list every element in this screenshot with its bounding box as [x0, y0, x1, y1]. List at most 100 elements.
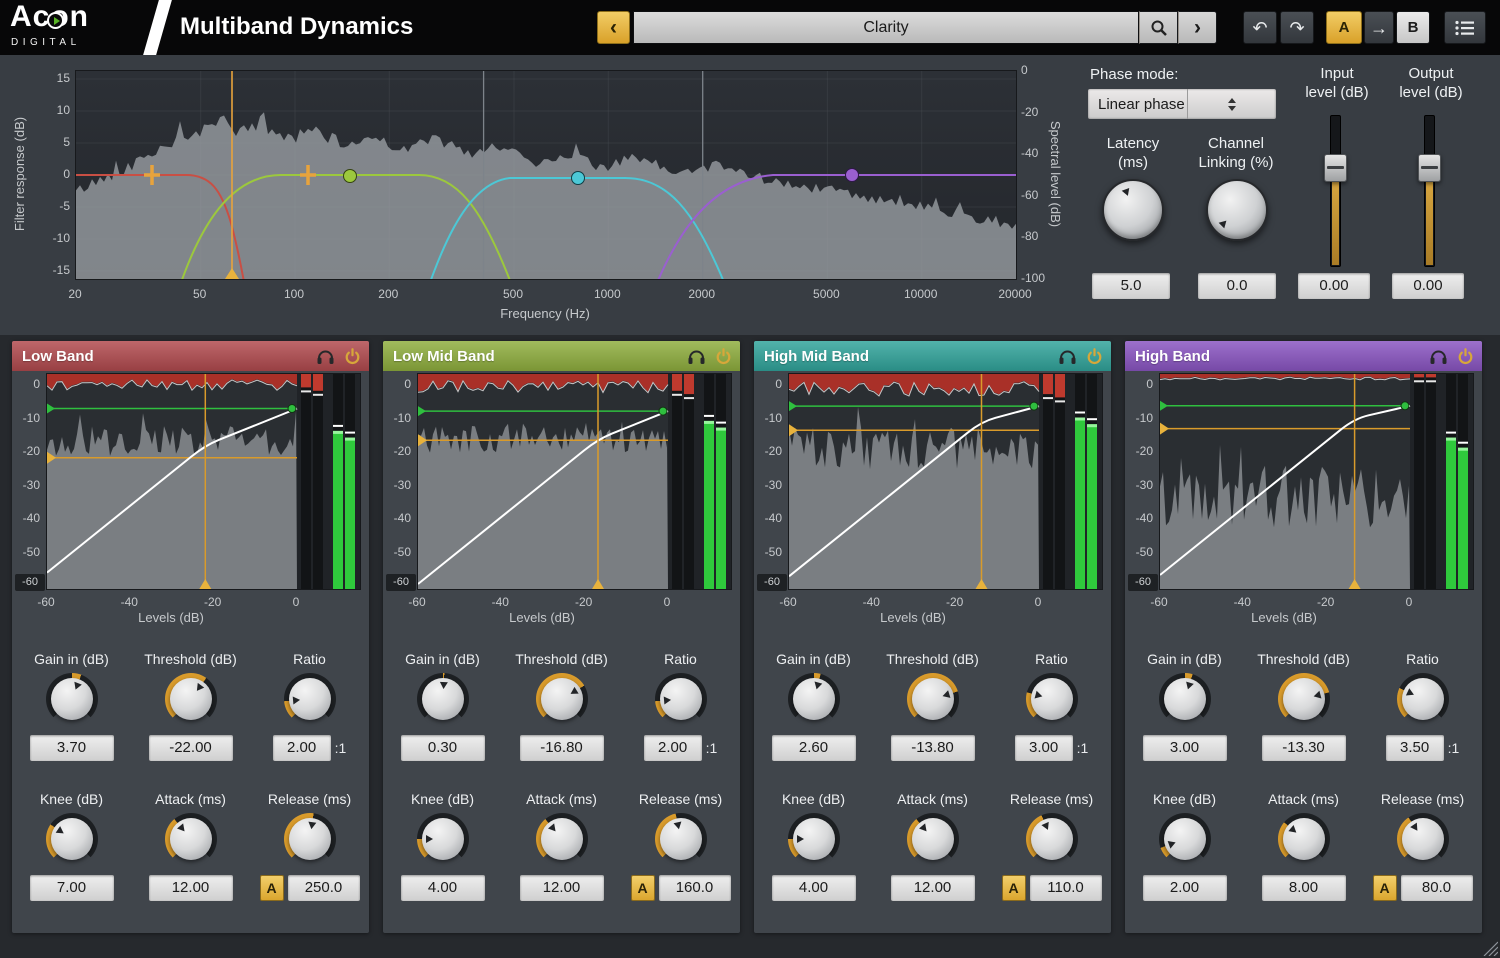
- knee-db-knob[interactable]: [46, 813, 98, 865]
- preset-search-button[interactable]: [1139, 11, 1178, 44]
- channel-linking-value[interactable]: 0.0: [1198, 273, 1276, 299]
- release-ms-knob[interactable]: [1397, 813, 1449, 865]
- auto-release-button[interactable]: A: [260, 875, 284, 901]
- threshold-db-knob[interactable]: [536, 673, 588, 725]
- band-power-button[interactable]: [1086, 348, 1103, 365]
- gain-in-db-knob[interactable]: [46, 673, 98, 725]
- band-transfer-graph[interactable]: 0-10-20-30-40-50 -60 -60-40-200 Levels (…: [1125, 371, 1482, 627]
- band-power-button[interactable]: [715, 348, 732, 365]
- resize-grip[interactable]: [1480, 938, 1498, 956]
- latency-knob[interactable]: [1102, 179, 1164, 241]
- band-graph-canvas[interactable]: [46, 373, 361, 590]
- band-listen-button[interactable]: [316, 348, 335, 365]
- phase-mode-select[interactable]: Linear phase: [1088, 89, 1276, 119]
- ratio-knob[interactable]: [1026, 673, 1078, 725]
- ceiling-handle[interactable]: [1401, 402, 1409, 410]
- output-level-fader[interactable]: [1424, 115, 1435, 267]
- frequency-plot-canvas[interactable]: [76, 71, 1016, 279]
- release-ms-value[interactable]: 80.0: [1401, 875, 1473, 901]
- knee-db-knob[interactable]: [417, 813, 469, 865]
- preset-previous-button[interactable]: ‹: [597, 11, 630, 44]
- band-xtick: -20: [575, 595, 592, 609]
- threshold-db-knob[interactable]: [907, 673, 959, 725]
- knee-db-value[interactable]: 2.00: [1143, 875, 1227, 901]
- gain-in-db-knob[interactable]: [1159, 673, 1211, 725]
- knee-db-value[interactable]: 4.00: [772, 875, 856, 901]
- band-transfer-graph[interactable]: 0-10-20-30-40-50 -60 -60-40-200 Levels (…: [383, 371, 740, 627]
- gain-in-db-value[interactable]: 3.00: [1143, 735, 1227, 761]
- input-fader-handle[interactable]: [1324, 154, 1347, 182]
- knee-db-value[interactable]: 4.00: [401, 875, 485, 901]
- ratio-knob[interactable]: [284, 673, 336, 725]
- band-graph-canvas[interactable]: [417, 373, 732, 590]
- high-mid-band-handle[interactable]: [572, 172, 585, 185]
- knee-db-knob[interactable]: [1159, 813, 1211, 865]
- threshold-db-value[interactable]: -22.00: [149, 735, 233, 761]
- gain-in-db-knob[interactable]: [788, 673, 840, 725]
- release-ms-value[interactable]: 250.0: [288, 875, 360, 901]
- ratio-value[interactable]: 2.00: [273, 735, 331, 761]
- attack-ms-value[interactable]: 12.00: [149, 875, 233, 901]
- output-level-value[interactable]: 0.00: [1392, 273, 1464, 299]
- release-ms-knob[interactable]: [284, 813, 336, 865]
- high-band-handle[interactable]: [846, 169, 859, 182]
- gain-in-db-value[interactable]: 2.60: [772, 735, 856, 761]
- attack-ms-knob[interactable]: [536, 813, 588, 865]
- input-level-fader[interactable]: [1330, 115, 1341, 267]
- auto-release-button[interactable]: A: [631, 875, 655, 901]
- release-ms-value[interactable]: 110.0: [1030, 875, 1102, 901]
- release-ms-knob[interactable]: [1026, 813, 1078, 865]
- threshold-db-knob[interactable]: [1278, 673, 1330, 725]
- ratio-value[interactable]: 3.00: [1015, 735, 1073, 761]
- band-listen-button[interactable]: [1058, 348, 1077, 365]
- ceiling-handle[interactable]: [288, 405, 296, 413]
- low-mid-band-handle[interactable]: [344, 170, 357, 183]
- output-fader-handle[interactable]: [1418, 154, 1441, 182]
- ab-a-button[interactable]: A: [1326, 11, 1362, 44]
- band-transfer-graph[interactable]: 0-10-20-30-40-50 -60 -60-40-200 Levels (…: [754, 371, 1111, 627]
- knee-db-value[interactable]: 7.00: [30, 875, 114, 901]
- latency-value[interactable]: 5.0: [1092, 273, 1170, 299]
- frequency-response-plot[interactable]: [75, 70, 1017, 280]
- menu-button[interactable]: [1444, 11, 1486, 44]
- preset-field[interactable]: Clarity: [633, 11, 1139, 44]
- undo-button[interactable]: ↶: [1243, 11, 1277, 44]
- ab-copy-button[interactable]: →: [1364, 11, 1394, 44]
- channel-linking-knob[interactable]: [1206, 179, 1268, 241]
- attack-ms-knob[interactable]: [1278, 813, 1330, 865]
- threshold-db-value[interactable]: -13.30: [1262, 735, 1346, 761]
- band-transfer-graph[interactable]: 0-10-20-30-40-50 -60 -60-40-200 Levels (…: [12, 371, 369, 627]
- band-graph-canvas[interactable]: [788, 373, 1103, 590]
- gain-in-db-value[interactable]: 0.30: [401, 735, 485, 761]
- attack-ms-value[interactable]: 12.00: [520, 875, 604, 901]
- ceiling-handle[interactable]: [659, 407, 667, 415]
- knee-db-knob[interactable]: [788, 813, 840, 865]
- gain-in-db-knob[interactable]: [417, 673, 469, 725]
- gain-in-db-value[interactable]: 3.70: [30, 735, 114, 761]
- threshold-db-value[interactable]: -13.80: [891, 735, 975, 761]
- band-power-button[interactable]: [344, 348, 361, 365]
- threshold-db-knob[interactable]: [165, 673, 217, 725]
- band-graph-canvas[interactable]: [1159, 373, 1474, 590]
- auto-release-button[interactable]: A: [1002, 875, 1026, 901]
- ratio-value[interactable]: 3.50: [1386, 735, 1444, 761]
- attack-ms-knob[interactable]: [907, 813, 959, 865]
- attack-ms-value[interactable]: 8.00: [1262, 875, 1346, 901]
- release-ms-knob[interactable]: [655, 813, 707, 865]
- ratio-knob[interactable]: [655, 673, 707, 725]
- input-level-value[interactable]: 0.00: [1298, 273, 1370, 299]
- ab-b-button[interactable]: B: [1396, 11, 1430, 44]
- band-listen-button[interactable]: [1429, 348, 1448, 365]
- attack-ms-knob[interactable]: [165, 813, 217, 865]
- threshold-db-value[interactable]: -16.80: [520, 735, 604, 761]
- ratio-value[interactable]: 2.00: [644, 735, 702, 761]
- attack-ms-value[interactable]: 12.00: [891, 875, 975, 901]
- band-power-button[interactable]: [1457, 348, 1474, 365]
- band-listen-button[interactable]: [687, 348, 706, 365]
- ratio-knob[interactable]: [1397, 673, 1449, 725]
- auto-release-button[interactable]: A: [1373, 875, 1397, 901]
- redo-button[interactable]: ↷: [1280, 11, 1314, 44]
- release-ms-value[interactable]: 160.0: [659, 875, 731, 901]
- ceiling-handle[interactable]: [1030, 402, 1038, 410]
- preset-next-button[interactable]: ›: [1178, 11, 1217, 44]
